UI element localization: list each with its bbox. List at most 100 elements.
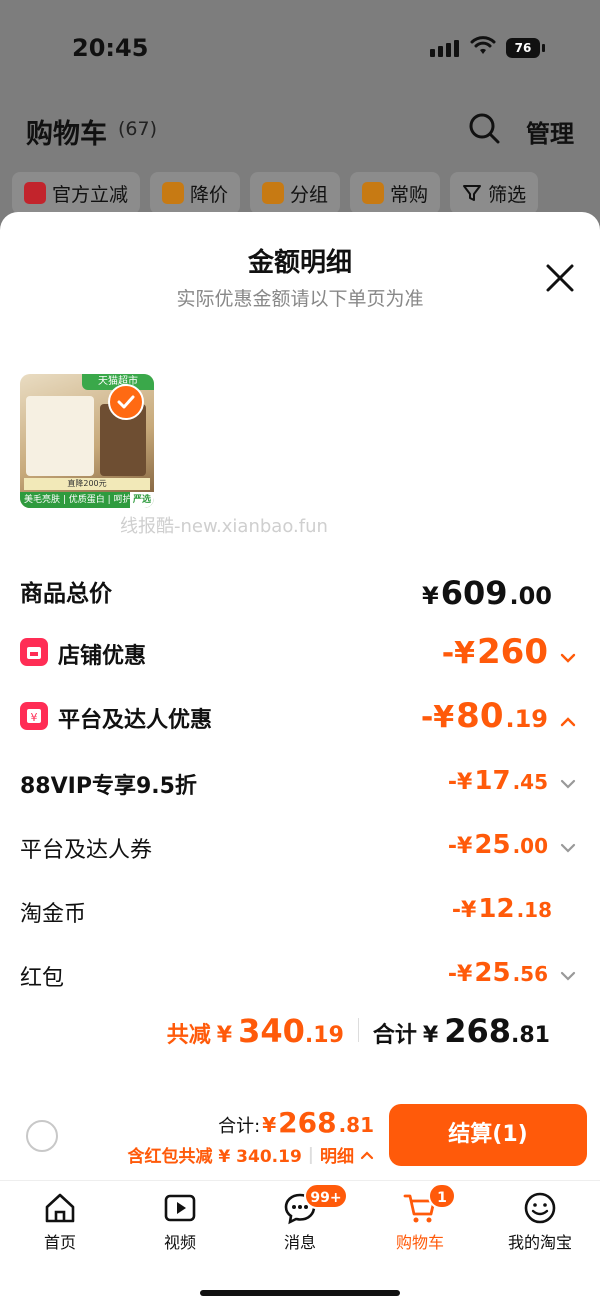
coin-amount: -¥ 12 .18 <box>452 894 552 924</box>
amount-int: 260 <box>477 632 548 672</box>
shop-icon <box>20 638 48 666</box>
amount-dec: .19 <box>505 705 548 733</box>
sum-total-label: 合计 <box>372 1023 417 1048</box>
profile-icon <box>524 1192 556 1224</box>
summary-line: 共减 ¥ 340 .19 合计 ¥ 268 .81 <box>167 1012 550 1050</box>
search-icon[interactable] <box>468 112 500 144</box>
coin-label: 淘金币 <box>20 902 87 927</box>
tab-label: 视频 <box>163 1233 196 1252</box>
checkout-note[interactable]: 含红包共减 ¥ 340.19 | 明细 <box>128 1142 375 1167</box>
sum-total-dec: .81 <box>511 1023 550 1048</box>
filter-label: 常购 <box>390 183 429 206</box>
selected-check-icon <box>108 384 144 420</box>
home-icon <box>45 1193 75 1223</box>
amount-dec: .18 <box>516 898 552 922</box>
coupon-icon: ¥ <box>20 702 48 730</box>
amount-int: 17 <box>474 766 511 796</box>
filter-label: 官方立减 <box>52 183 129 206</box>
chevron-down-icon <box>560 779 576 789</box>
svg-text:¥: ¥ <box>31 711 38 724</box>
yanxuan-badge: 严选 <box>129 492 154 508</box>
filter-screen[interactable]: 筛选 <box>450 172 539 214</box>
platform-coupon-amount[interactable]: -¥ 25 .00 <box>448 830 576 860</box>
amount-prefix: -¥ <box>447 962 473 987</box>
amount-int: 25 <box>474 830 511 860</box>
manage-button[interactable]: 管理 <box>526 114 574 149</box>
detail-link: 明细 <box>320 1147 354 1167</box>
amount-dec: .56 <box>512 962 548 986</box>
tab-label: 消息 <box>283 1233 316 1252</box>
checkout-int: 268 <box>278 1106 337 1139</box>
tab-messages[interactable]: 99+ 消息 <box>240 1181 360 1304</box>
sum-total-int: 268 <box>444 1012 512 1050</box>
yen-sign: ¥ <box>216 1023 233 1048</box>
tab-label: 我的淘宝 <box>507 1233 572 1252</box>
tab-home[interactable]: 首页 <box>0 1181 120 1304</box>
divider: | <box>307 1144 314 1165</box>
platform-discount-label: 平台及达人优惠 <box>58 708 213 733</box>
tab-my-taobao[interactable]: 我的淘宝 <box>480 1181 600 1304</box>
home-indicator[interactable] <box>200 1290 400 1296</box>
tab-label: 首页 <box>43 1233 76 1252</box>
amount-int: 12 <box>478 894 515 924</box>
amount-int: 80 <box>456 696 504 736</box>
cart-count: (67) <box>118 118 158 140</box>
tab-bar: 首页 视频 99+ 消息 1 购物车 我的淘宝 <box>0 1180 600 1304</box>
amount-prefix: -¥ <box>447 770 473 795</box>
sheet-subtitle: 实际优惠金额请以下单页为准 <box>176 288 424 310</box>
amount-prefix: -¥ <box>420 700 455 735</box>
yen-sign: ¥ <box>262 1113 277 1137</box>
filter-label: 分组 <box>290 183 329 206</box>
chevron-down-icon <box>560 653 576 663</box>
platform-discount-amount[interactable]: -¥ 80 .19 <box>421 696 576 736</box>
page-title: 购物车 <box>26 119 107 150</box>
chevron-up-icon <box>360 1150 374 1159</box>
chevron-down-icon <box>560 971 576 981</box>
tab-cart[interactable]: 1 购物车 <box>360 1181 480 1304</box>
signal-icon <box>430 40 459 57</box>
checkout-total: 合计: ¥ 268 .81 <box>218 1106 374 1139</box>
video-icon <box>164 1194 196 1222</box>
divider <box>357 1018 359 1042</box>
bag-icon <box>362 182 385 204</box>
vip-discount-amount[interactable]: -¥ 17 .45 <box>448 766 576 796</box>
message-badge: 99+ <box>304 1183 348 1209</box>
goods-total-amount: ¥ 609 .00 <box>422 574 552 612</box>
folder-icon <box>262 182 285 204</box>
chevron-up-icon <box>560 717 576 727</box>
vip-discount-label: 88VIP专享9.5折 <box>20 774 197 799</box>
yen-sign: ¥ <box>422 1023 439 1048</box>
product-bag-image <box>26 396 94 476</box>
filter-group[interactable]: 分组 <box>250 172 341 214</box>
close-icon[interactable] <box>542 260 578 296</box>
goods-total-label: 商品总价 <box>20 581 112 607</box>
checkout-total-label: 合计: <box>218 1116 261 1137</box>
tab-video[interactable]: 视频 <box>120 1181 240 1304</box>
filter-price-drop[interactable]: 降价 <box>150 172 241 214</box>
amount-dec: .45 <box>512 770 548 794</box>
filter-frequent[interactable]: 常购 <box>350 172 441 214</box>
total-reduce-dec: .19 <box>304 1023 344 1048</box>
sheet-title: 金额明细 <box>247 248 352 278</box>
redpacket-amount[interactable]: -¥ 25 .56 <box>448 958 576 988</box>
status-bar: 20:45 76 <box>0 0 600 96</box>
filter-official-discount[interactable]: 官方立减 <box>12 172 141 214</box>
amount-detail-sheet: 金额明细 实际优惠金额请以下单页为准 天猫超市 直降200元 美毛亮肤 | 优质… <box>0 212 600 1090</box>
amount-prefix: -¥ <box>447 834 473 859</box>
checkout-button[interactable]: 结算(1) <box>389 1104 587 1166</box>
feature-strip: 美毛亮肤 | 优质蛋白 | 呵护心脏 严选 <box>20 492 154 508</box>
price-drop-strip: 直降200元 <box>24 478 150 490</box>
tab-label: 购物车 <box>395 1233 444 1252</box>
watermark-text: 线报酷-new.xianbao.fun <box>120 516 328 537</box>
total-reduce-label: 共减 <box>166 1023 211 1048</box>
funnel-icon <box>463 185 482 201</box>
yen-sign: ¥ <box>421 582 439 610</box>
reduce-note: 含红包共减 ¥ 340.19 <box>127 1147 302 1167</box>
filter-label: 降价 <box>190 183 229 206</box>
amount-prefix: -¥ <box>441 636 476 671</box>
select-all-radio[interactable] <box>26 1120 58 1152</box>
cart-badge: 1 <box>428 1183 456 1209</box>
total-reduce-int: 340 <box>238 1012 305 1050</box>
shop-discount-amount[interactable]: -¥ 260 <box>442 632 576 672</box>
amount-dec: .00 <box>512 834 548 858</box>
